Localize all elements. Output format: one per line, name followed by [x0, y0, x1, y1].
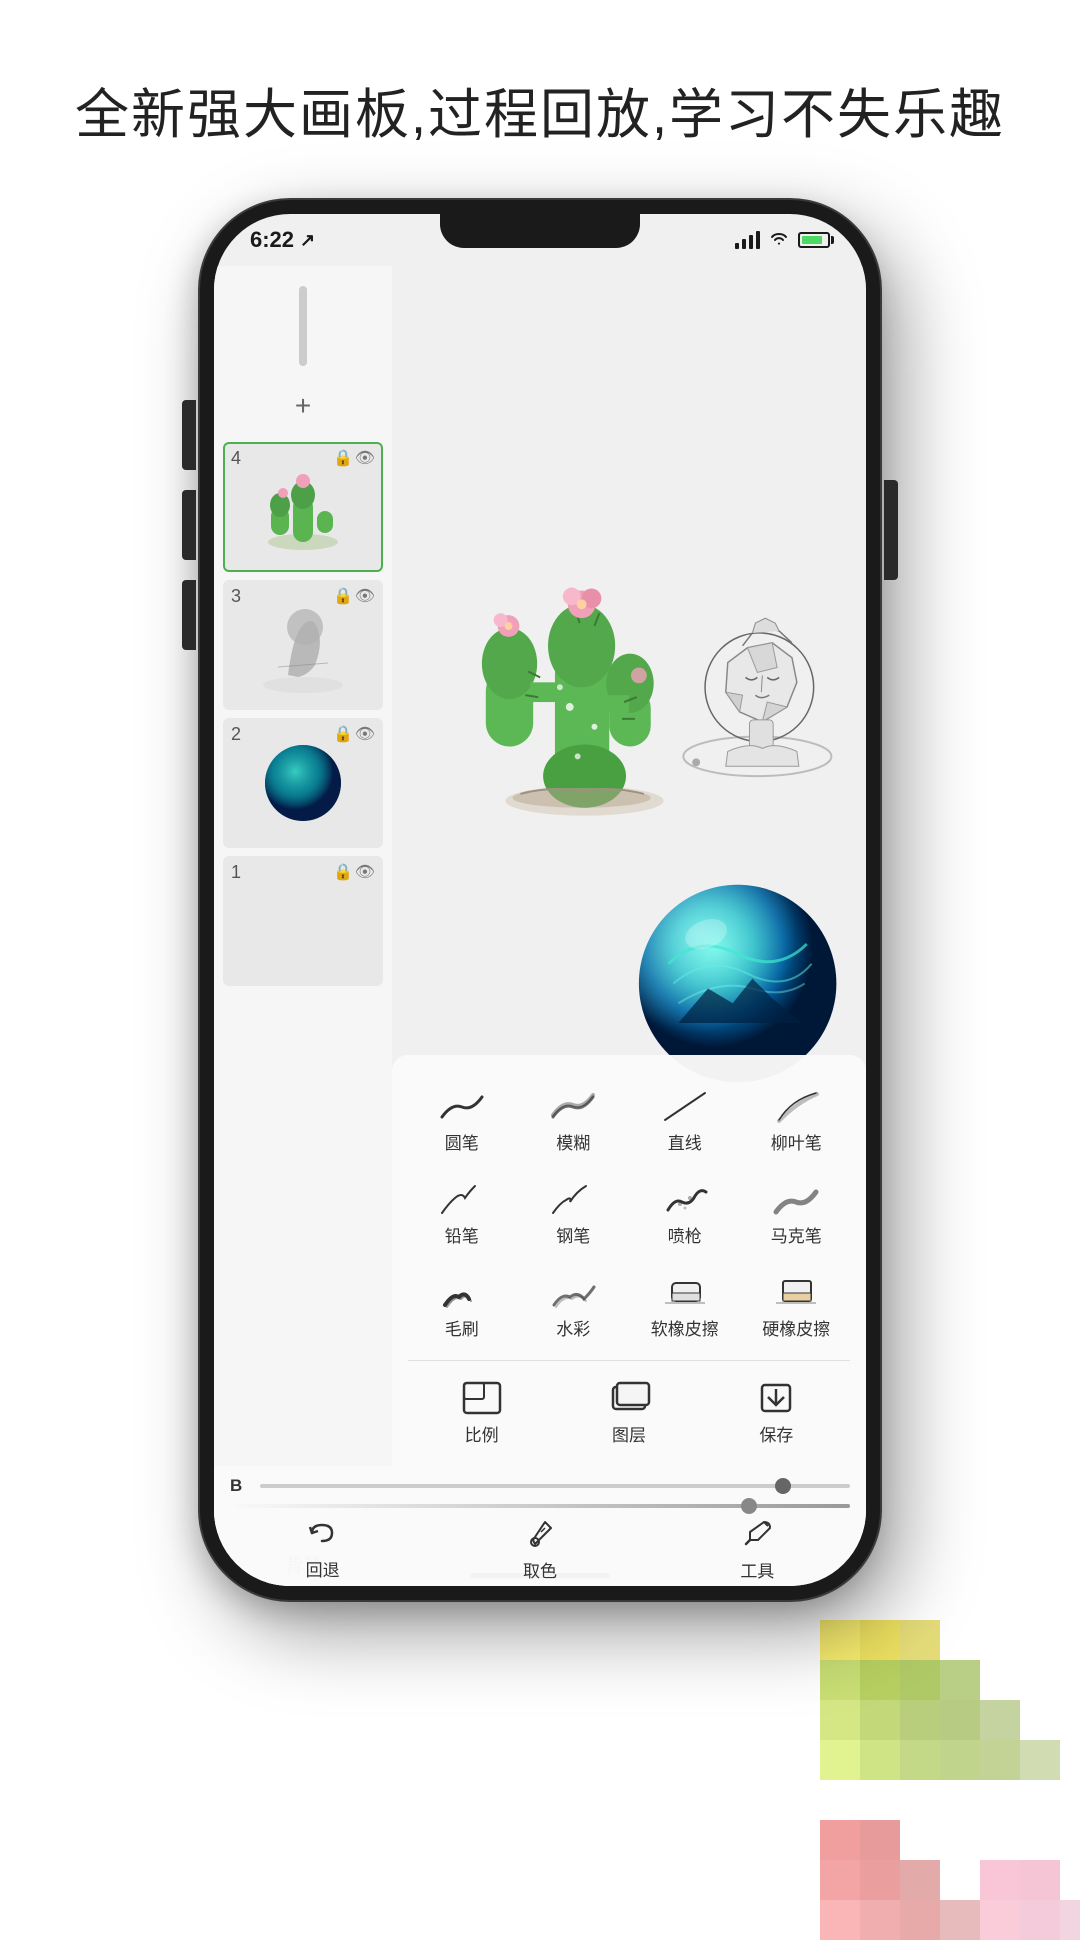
brush-grid: 圆笔 模糊: [408, 1075, 850, 1350]
layer-item-1[interactable]: 1 🔒 👁: [223, 856, 383, 986]
scroll-indicator: [299, 286, 307, 366]
layer-eye-icon: 👁: [355, 862, 375, 882]
opacity-slider[interactable]: [230, 1504, 850, 1508]
size-slider-row: B: [214, 1466, 866, 1502]
size-slider[interactable]: [260, 1484, 850, 1488]
location-icon: ↗: [300, 230, 315, 251]
brush-round[interactable]: 圆笔: [408, 1075, 516, 1164]
page-title: 全新强大画板,过程回放,学习不失乐趣: [0, 70, 1080, 149]
color-pick-button[interactable]: 取色: [523, 1518, 557, 1582]
brush-marker[interactable]: 马克笔: [743, 1168, 851, 1257]
status-time: 6:22 ↗: [250, 227, 315, 253]
brush-willow[interactable]: 柳叶笔: [743, 1075, 851, 1164]
eyedropper-icon: [525, 1518, 555, 1555]
tool-row: 比例 图层: [408, 1360, 850, 1456]
tool-save[interactable]: 保存: [703, 1369, 850, 1456]
brush-line[interactable]: 直线: [631, 1075, 739, 1164]
layer-eye-icon: 👁: [355, 448, 375, 468]
battery-icon: [798, 232, 830, 248]
brush-brush[interactable]: 毛刷: [408, 1261, 516, 1350]
action-row: 回退 取色: [214, 1514, 866, 1586]
phone-frame: 6:22 ↗: [200, 200, 880, 1600]
canvas-area: + 4 🔒 👁: [214, 266, 866, 1586]
layer-lock-icon: 🔒: [333, 586, 353, 606]
undo-button[interactable]: 回退: [306, 1519, 340, 1581]
layer-item-2[interactable]: 2 🔒 👁: [223, 718, 383, 848]
bottom-bar: B: [214, 1466, 866, 1586]
layer-sidebar: + 4 🔒 👁: [214, 266, 392, 1586]
brush-hard-eraser[interactable]: 硬橡皮擦: [743, 1261, 851, 1350]
opacity-slider-row: [214, 1502, 866, 1514]
brush-watercolor[interactable]: 水彩: [520, 1261, 628, 1350]
layer-lock-icon: 🔒: [333, 862, 353, 882]
add-layer-button[interactable]: +: [283, 386, 323, 426]
layer-item-3[interactable]: 3 🔒 👁: [223, 580, 383, 710]
layer-eye-icon: 👁: [355, 724, 375, 744]
layer-item-4[interactable]: 4 🔒 👁: [223, 442, 383, 572]
brush-spray[interactable]: 喷枪: [631, 1168, 739, 1257]
wifi-icon: [768, 229, 790, 252]
signal-icon: [735, 231, 760, 249]
brush-blur[interactable]: 模糊: [520, 1075, 628, 1164]
phone-notch: [440, 214, 640, 248]
brush-pencil[interactable]: 铅笔: [408, 1168, 516, 1257]
brush-soft-eraser[interactable]: 软橡皮擦: [631, 1261, 739, 1350]
undo-icon: [306, 1519, 340, 1554]
layer-eye-icon: 👁: [355, 586, 375, 606]
status-icons: [735, 229, 830, 252]
brush-pen[interactable]: 钢笔: [520, 1168, 628, 1257]
layer-lock-icon: 🔒: [333, 448, 353, 468]
tool-icon: [742, 1518, 772, 1555]
layer-lock-icon: 🔒: [333, 724, 353, 744]
tool-ratio[interactable]: 比例: [408, 1369, 555, 1456]
brush-panel: 圆笔 模糊: [392, 1055, 866, 1466]
tool-button[interactable]: 工具: [740, 1518, 774, 1582]
tool-layers[interactable]: 图层: [555, 1369, 702, 1456]
